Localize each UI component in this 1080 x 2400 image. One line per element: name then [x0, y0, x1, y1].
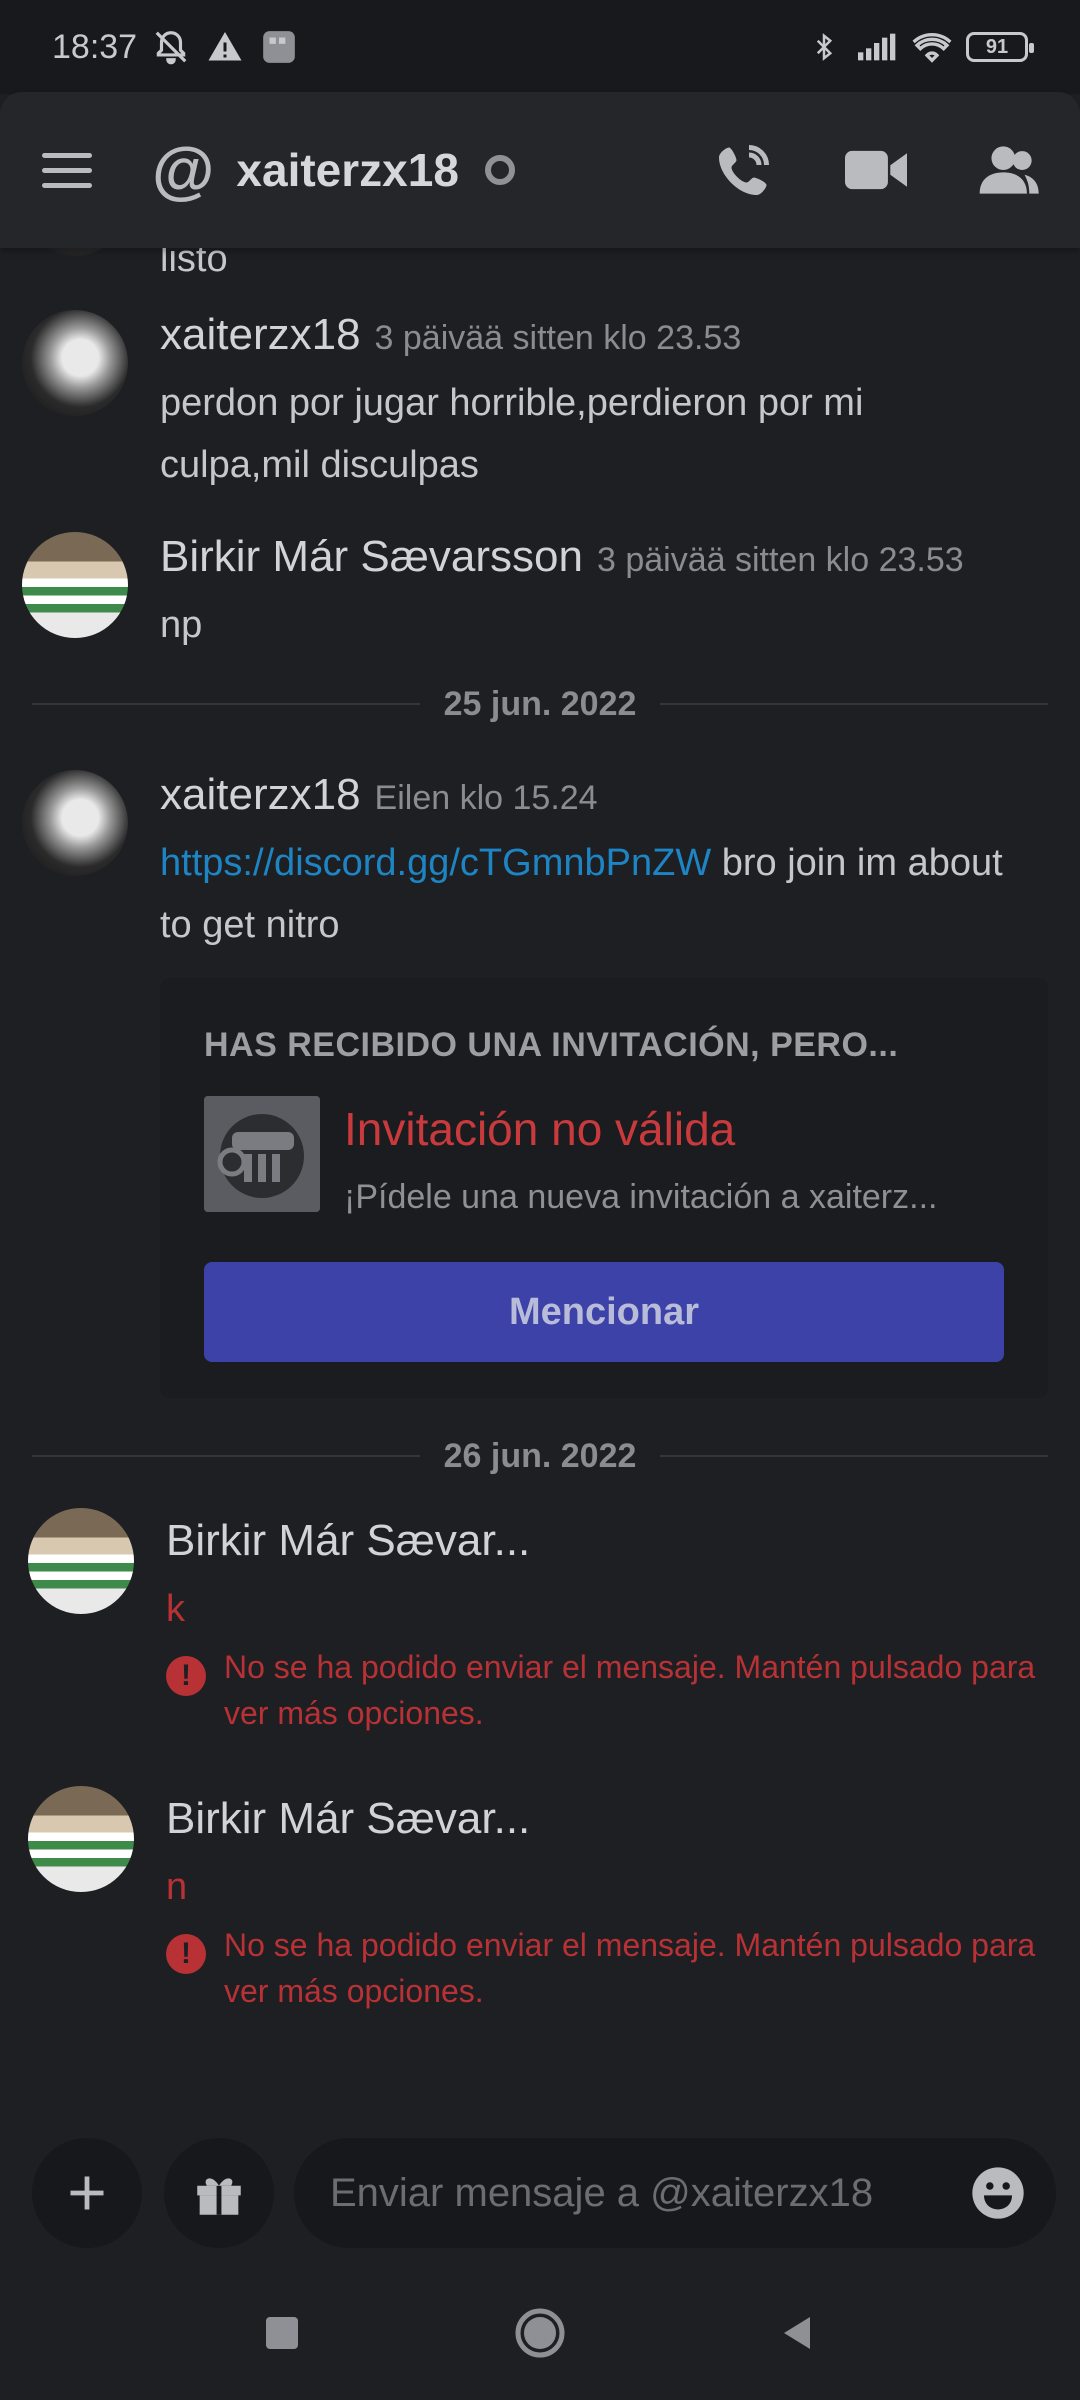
invalid-invite-icon: [204, 1096, 320, 1212]
warning-icon: [205, 27, 245, 67]
emoji-icon[interactable]: [970, 2165, 1026, 2221]
battery-indicator: 91: [966, 32, 1034, 62]
status-bar: 18:37 91: [0, 0, 1080, 94]
channel-header: @ xaiterzx18: [0, 92, 1080, 248]
message-author[interactable]: xaiterzx18: [160, 770, 361, 819]
message-text: perdon por jugar horrible,perdieron por …: [160, 382, 864, 486]
wifi-icon: [912, 27, 952, 67]
message-list[interactable]: listo xaiterzx18 3 päivää sitten klo 23.5…: [0, 150, 1080, 2110]
at-icon: @: [152, 134, 215, 206]
message-author[interactable]: Birkir Már Sævarsson: [160, 532, 583, 581]
message-text: https://discord.gg/cTGmnbPnZW bro join i…: [160, 832, 1040, 956]
message-input-wrap[interactable]: [294, 2138, 1056, 2248]
signal-icon: [858, 27, 898, 67]
send-error: ! No se ha podido enviar el mensaje. Man…: [166, 1922, 1054, 2014]
plus-icon[interactable]: [32, 2138, 142, 2248]
video-icon[interactable]: [840, 134, 912, 206]
muted-bell-icon: [151, 27, 191, 67]
error-icon: !: [166, 1656, 206, 1696]
avatar[interactable]: [28, 1508, 134, 1614]
avatar[interactable]: [22, 310, 128, 416]
date-divider: 25 jun. 2022: [32, 684, 1048, 724]
message-input[interactable]: [330, 2170, 890, 2216]
date-divider-label: 26 jun. 2022: [443, 1436, 637, 1475]
error-text: No se ha podido enviar el mensaje. Manté…: [224, 1927, 1036, 2009]
message-author[interactable]: Birkir Már Sævar...: [166, 1516, 530, 1566]
gift-icon[interactable]: [164, 2138, 274, 2248]
invite-embed: HAS RECIBIDO UNA INVITACIÓN, PERO... Inv…: [160, 978, 1048, 1398]
clock: 18:37: [52, 27, 138, 66]
mention-button[interactable]: Mencionar: [204, 1262, 1004, 1362]
message-timestamp: 3 päivää sitten klo 23.53: [596, 541, 964, 579]
message-timestamp: 3 päivää sitten klo 23.53: [374, 319, 742, 357]
hamburger-icon[interactable]: [42, 140, 102, 200]
date-divider-label: 25 jun. 2022: [443, 684, 637, 723]
invite-link[interactable]: https://discord.gg/cTGmnbPnZW: [160, 842, 711, 884]
send-error: ! No se ha podido enviar el mensaje. Man…: [166, 1644, 1054, 1736]
message-text: n: [166, 1866, 188, 1908]
call-icon[interactable]: [708, 134, 780, 206]
message-author[interactable]: xaiterzx18: [160, 310, 361, 359]
nav-recents-icon[interactable]: [262, 2313, 302, 2358]
message-composer: [0, 2134, 1080, 2254]
message-timestamp: Eilen klo 15.24: [374, 779, 598, 817]
nav-home-icon[interactable]: [514, 2307, 566, 2364]
channel-title: xaiterzx18: [236, 144, 459, 196]
avatar[interactable]: [22, 770, 128, 876]
invite-title: Invitación no válida: [344, 1103, 736, 1155]
avatar[interactable]: [22, 532, 128, 638]
message-text: np: [160, 604, 203, 646]
avatar[interactable]: [28, 1786, 134, 1892]
system-nav-bar: [0, 2270, 1080, 2400]
date-divider: 26 jun. 2022: [32, 1436, 1048, 1476]
invite-subtitle: ¡Pídele una nueva invitación a xaiterz..…: [344, 1178, 938, 1216]
nav-back-icon[interactable]: [778, 2313, 818, 2358]
message-author[interactable]: Birkir Már Sævar...: [166, 1794, 530, 1844]
bluetooth-icon: [804, 27, 844, 67]
app-icon: [259, 27, 299, 67]
invite-heading: HAS RECIBIDO UNA INVITACIÓN, PERO...: [204, 1026, 899, 1064]
offline-status-icon: [484, 155, 515, 185]
error-icon: !: [166, 1934, 206, 1974]
error-text: No se ha podido enviar el mensaje. Manté…: [224, 1649, 1036, 1731]
message-text: k: [166, 1588, 185, 1630]
members-icon[interactable]: [972, 134, 1044, 206]
